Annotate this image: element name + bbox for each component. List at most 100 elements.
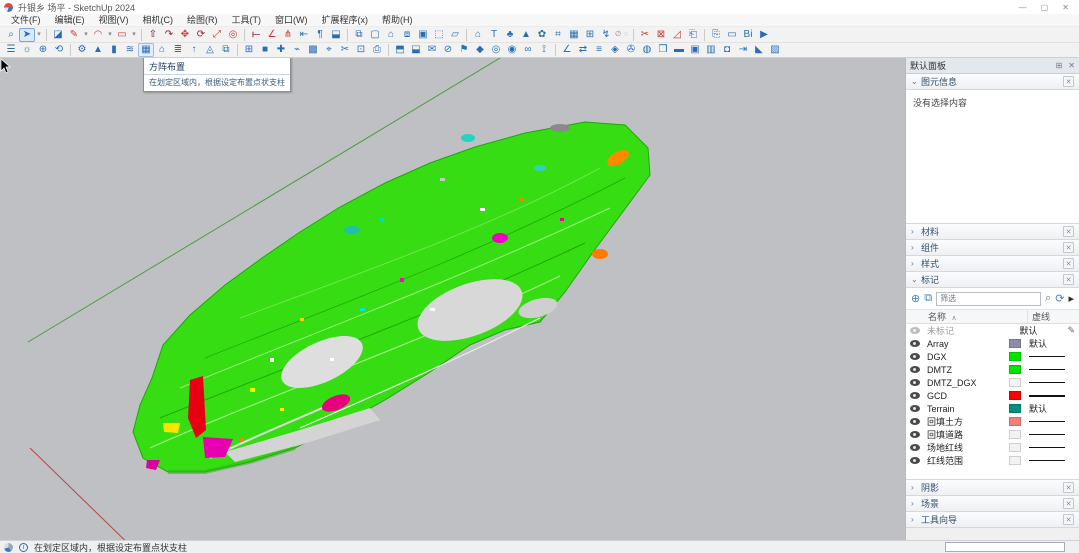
visibility-eye-icon[interactable] — [910, 340, 920, 347]
menu-item-6[interactable]: 窗口(W) — [268, 14, 315, 27]
tag-color-swatch[interactable] — [1009, 456, 1021, 465]
globe-icon[interactable]: ⊕ — [35, 43, 51, 57]
dimension-icon[interactable]: ⇤ — [296, 28, 312, 42]
make-group-icon[interactable]: ▢ — [367, 28, 383, 42]
close-icon[interactable] — [1063, 76, 1074, 87]
minimize-button[interactable]: — — [1019, 3, 1027, 12]
building-icon[interactable]: ⌂ — [154, 43, 170, 57]
tags-column-header[interactable]: 名称 ∧ 虚线 — [906, 310, 1079, 324]
tag-row-3[interactable]: DMTZ — [906, 363, 1079, 376]
rectangle-dropdown-icon[interactable]: ▾ — [130, 28, 138, 42]
refresh-icon[interactable]: ⟲ — [51, 43, 67, 57]
menu-item-8[interactable]: 帮助(H) — [375, 14, 420, 27]
tag-row-9[interactable]: 场地红线 — [906, 441, 1079, 454]
tag-row-10[interactable]: 红线范围 — [906, 454, 1079, 467]
chain-icon[interactable]: ∞ — [520, 43, 536, 57]
section-plane-icon[interactable]: ⬓ — [328, 28, 344, 42]
badge-icon[interactable]: ▭ — [724, 28, 740, 42]
close-icon[interactable] — [1063, 242, 1074, 253]
wall-icon[interactable]: ▦ — [566, 28, 582, 42]
play-icon[interactable]: ▶ — [756, 28, 772, 42]
tag-row-5[interactable]: GCD — [906, 389, 1079, 402]
search-icon[interactable]: ⌕ — [1045, 292, 1051, 305]
hide-similar-icon[interactable]: ◌ — [622, 28, 630, 42]
panel-instructor[interactable]: 工具向导 — [906, 512, 1079, 528]
rectangle-icon[interactable]: ▭ — [114, 28, 130, 42]
waves-icon[interactable]: ≋ — [122, 43, 138, 57]
tags-filter-input[interactable] — [936, 292, 1041, 306]
details-menu-icon[interactable]: ▸ — [1068, 292, 1074, 305]
panel-materials[interactable]: 材料 — [906, 224, 1079, 240]
bolt-icon[interactable]: ⌁ — [289, 43, 305, 57]
maximize-button[interactable]: ▢ — [1041, 3, 1049, 12]
close-icon[interactable] — [1063, 258, 1074, 269]
tag-dashes-cell[interactable]: 默认 — [1029, 337, 1075, 350]
tag-color-swatch[interactable] — [1009, 339, 1021, 348]
printer-icon[interactable]: ⎙ — [369, 43, 385, 57]
visibility-eye-icon[interactable] — [910, 431, 920, 438]
visibility-eye-icon[interactable] — [910, 457, 920, 464]
tag-row-6[interactable]: Terrain 默认 — [906, 402, 1079, 415]
tag-dashes-cell[interactable] — [1029, 395, 1075, 397]
close-icon[interactable] — [1063, 514, 1074, 525]
wedge-icon[interactable]: ◣ — [751, 43, 767, 57]
list-icon[interactable]: ☰ — [3, 43, 19, 57]
tag-name[interactable]: DGX — [927, 352, 1009, 362]
visibility-eye-icon[interactable] — [910, 418, 920, 425]
line-dropdown-icon[interactable]: ▾ — [82, 28, 90, 42]
card-icon[interactable]: ▬ — [671, 43, 687, 57]
protractor-icon[interactable]: ∠ — [264, 28, 280, 42]
plant-icon[interactable]: ✿ — [534, 28, 550, 42]
array-layout-icon[interactable]: ▦ — [138, 43, 154, 57]
trim-icon[interactable]: ⊠ — [653, 28, 669, 42]
sandbox-icon[interactable]: ▲ — [518, 28, 534, 42]
column-name-label[interactable]: 名称 — [928, 312, 946, 322]
visibility-eye-icon[interactable] — [910, 366, 920, 373]
tag-row-7[interactable]: 回填土方 — [906, 415, 1079, 428]
tag-row-0[interactable]: 未标记默认✎ — [906, 324, 1079, 337]
grid-icon[interactable]: ⊞ — [582, 28, 598, 42]
visibility-eye-icon[interactable] — [910, 327, 920, 334]
visibility-eye-icon[interactable] — [910, 444, 920, 451]
menu-item-4[interactable]: 绘图(R) — [180, 14, 225, 27]
diamond-icon[interactable]: ◆ — [472, 43, 488, 57]
tag-dashes-cell[interactable]: 默认 — [1029, 402, 1075, 415]
tray-header[interactable]: 默认面板 ⊞ ✕ — [906, 58, 1079, 74]
scissors-icon[interactable]: ✂ — [337, 43, 353, 57]
panel-scenes[interactable]: 场景 — [906, 496, 1079, 512]
purge-icon[interactable]: ⟳ — [1055, 292, 1064, 305]
offset-icon[interactable]: ◎ — [225, 28, 241, 42]
tag-color-swatch[interactable] — [1009, 378, 1021, 387]
tree-icon[interactable]: ♣ — [502, 28, 518, 42]
tag-dashes-cell[interactable] — [1029, 460, 1075, 461]
push-pull-icon[interactable]: ⇧ — [145, 28, 161, 42]
tag-dashes-cell[interactable] — [1029, 447, 1075, 448]
scale-icon[interactable]: ⤢ — [209, 28, 225, 42]
anchor-icon[interactable]: ⟟ — [536, 43, 552, 57]
paste-in-place-icon[interactable]: ⧉ — [351, 28, 367, 42]
line-icon[interactable]: ✎ — [66, 28, 82, 42]
close-button[interactable]: ✕ — [1062, 3, 1069, 12]
tag-color-swatch[interactable] — [1009, 404, 1021, 413]
panel-entity-info[interactable]: 图元信息 — [906, 74, 1079, 90]
tag-color-swatch[interactable] — [1009, 430, 1021, 439]
pin-icon[interactable]: ⌖ — [321, 43, 337, 57]
unlock-icon[interactable]: ▱ — [447, 28, 463, 42]
menu-item-0[interactable]: 文件(F) — [4, 14, 48, 27]
tag-dashes-cell[interactable]: 默认 — [1019, 324, 1065, 337]
select-dropdown-icon[interactable]: ▾ — [35, 28, 43, 42]
panel-styles[interactable]: 样式 — [906, 256, 1079, 272]
column-dashes-label[interactable]: 虚线 — [1027, 310, 1079, 323]
follow-me-icon[interactable]: ↷ — [161, 28, 177, 42]
box-icon[interactable]: ⊡ — [353, 43, 369, 57]
tag-row-4[interactable]: DMTZ_DGX — [906, 376, 1079, 389]
tag-name[interactable]: 红线范围 — [927, 454, 1009, 467]
frame-icon[interactable]: ❒ — [655, 43, 671, 57]
grid-2-icon[interactable]: ⊞ — [241, 43, 257, 57]
edit-group-icon[interactable]: ⧈ — [399, 28, 415, 42]
menu-item-7[interactable]: 扩展程序(x) — [315, 14, 376, 27]
camera-icon[interactable]: ◘ — [719, 43, 735, 57]
panel-tags[interactable]: 标记 — [906, 272, 1079, 288]
tag-name[interactable]: Terrain — [927, 404, 1009, 414]
3d-text-icon[interactable]: T — [486, 28, 502, 42]
